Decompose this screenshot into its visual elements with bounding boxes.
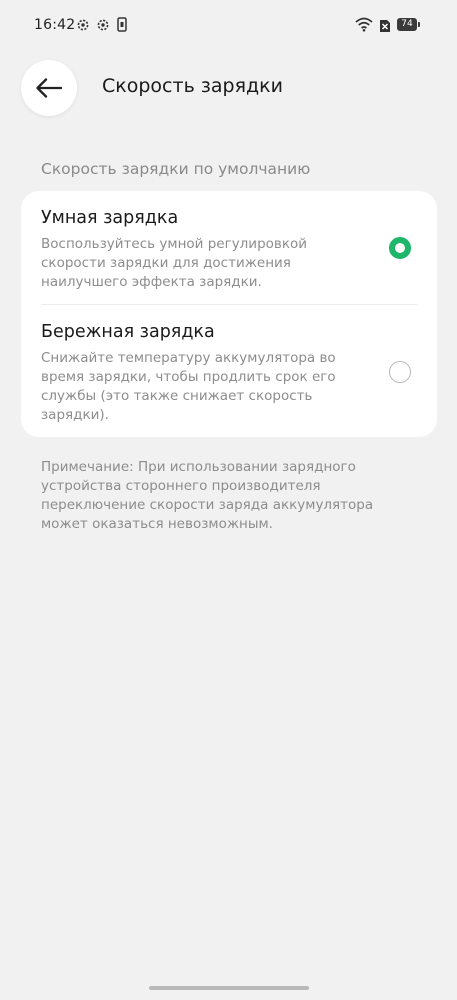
battery-tip (418, 22, 420, 27)
option-title: Умная зарядка (41, 208, 179, 228)
battery-icon: 74 (397, 18, 417, 31)
wifi-icon (355, 17, 373, 36)
radio-selected[interactable] (389, 237, 411, 259)
option-smart-charging[interactable]: Умная зарядка Воспользуйтесь умной регул… (21, 191, 437, 304)
status-bar: 16:42 74 (0, 0, 457, 50)
option-gentle-charging[interactable]: Бережная зарядка Снижайте температуру ак… (21, 305, 437, 437)
page-title: Скорость зарядки (102, 75, 284, 97)
option-description: Снижайте температуру аккумулятора во вре… (41, 350, 336, 423)
settings-gear-icon (96, 17, 110, 36)
back-button[interactable] (21, 60, 77, 116)
status-time: 16:42 (34, 17, 76, 33)
no-sim-icon (379, 18, 391, 37)
phone-storage-icon (117, 17, 127, 36)
section-title: Скорость зарядки по умолчанию (41, 160, 311, 178)
radio-unselected[interactable] (389, 361, 411, 383)
charging-options-card: Умная зарядка Воспользуйтесь умной регул… (21, 191, 437, 437)
settings-gear-icon (76, 17, 90, 36)
home-indicator[interactable] (149, 986, 309, 990)
note-text: Примечание: При использовании зарядного … (41, 459, 374, 532)
arrow-left-icon (36, 78, 62, 98)
option-description: Воспользуйтесь умной регулировкой скорос… (41, 236, 308, 290)
option-title: Бережная зарядка (41, 322, 215, 342)
